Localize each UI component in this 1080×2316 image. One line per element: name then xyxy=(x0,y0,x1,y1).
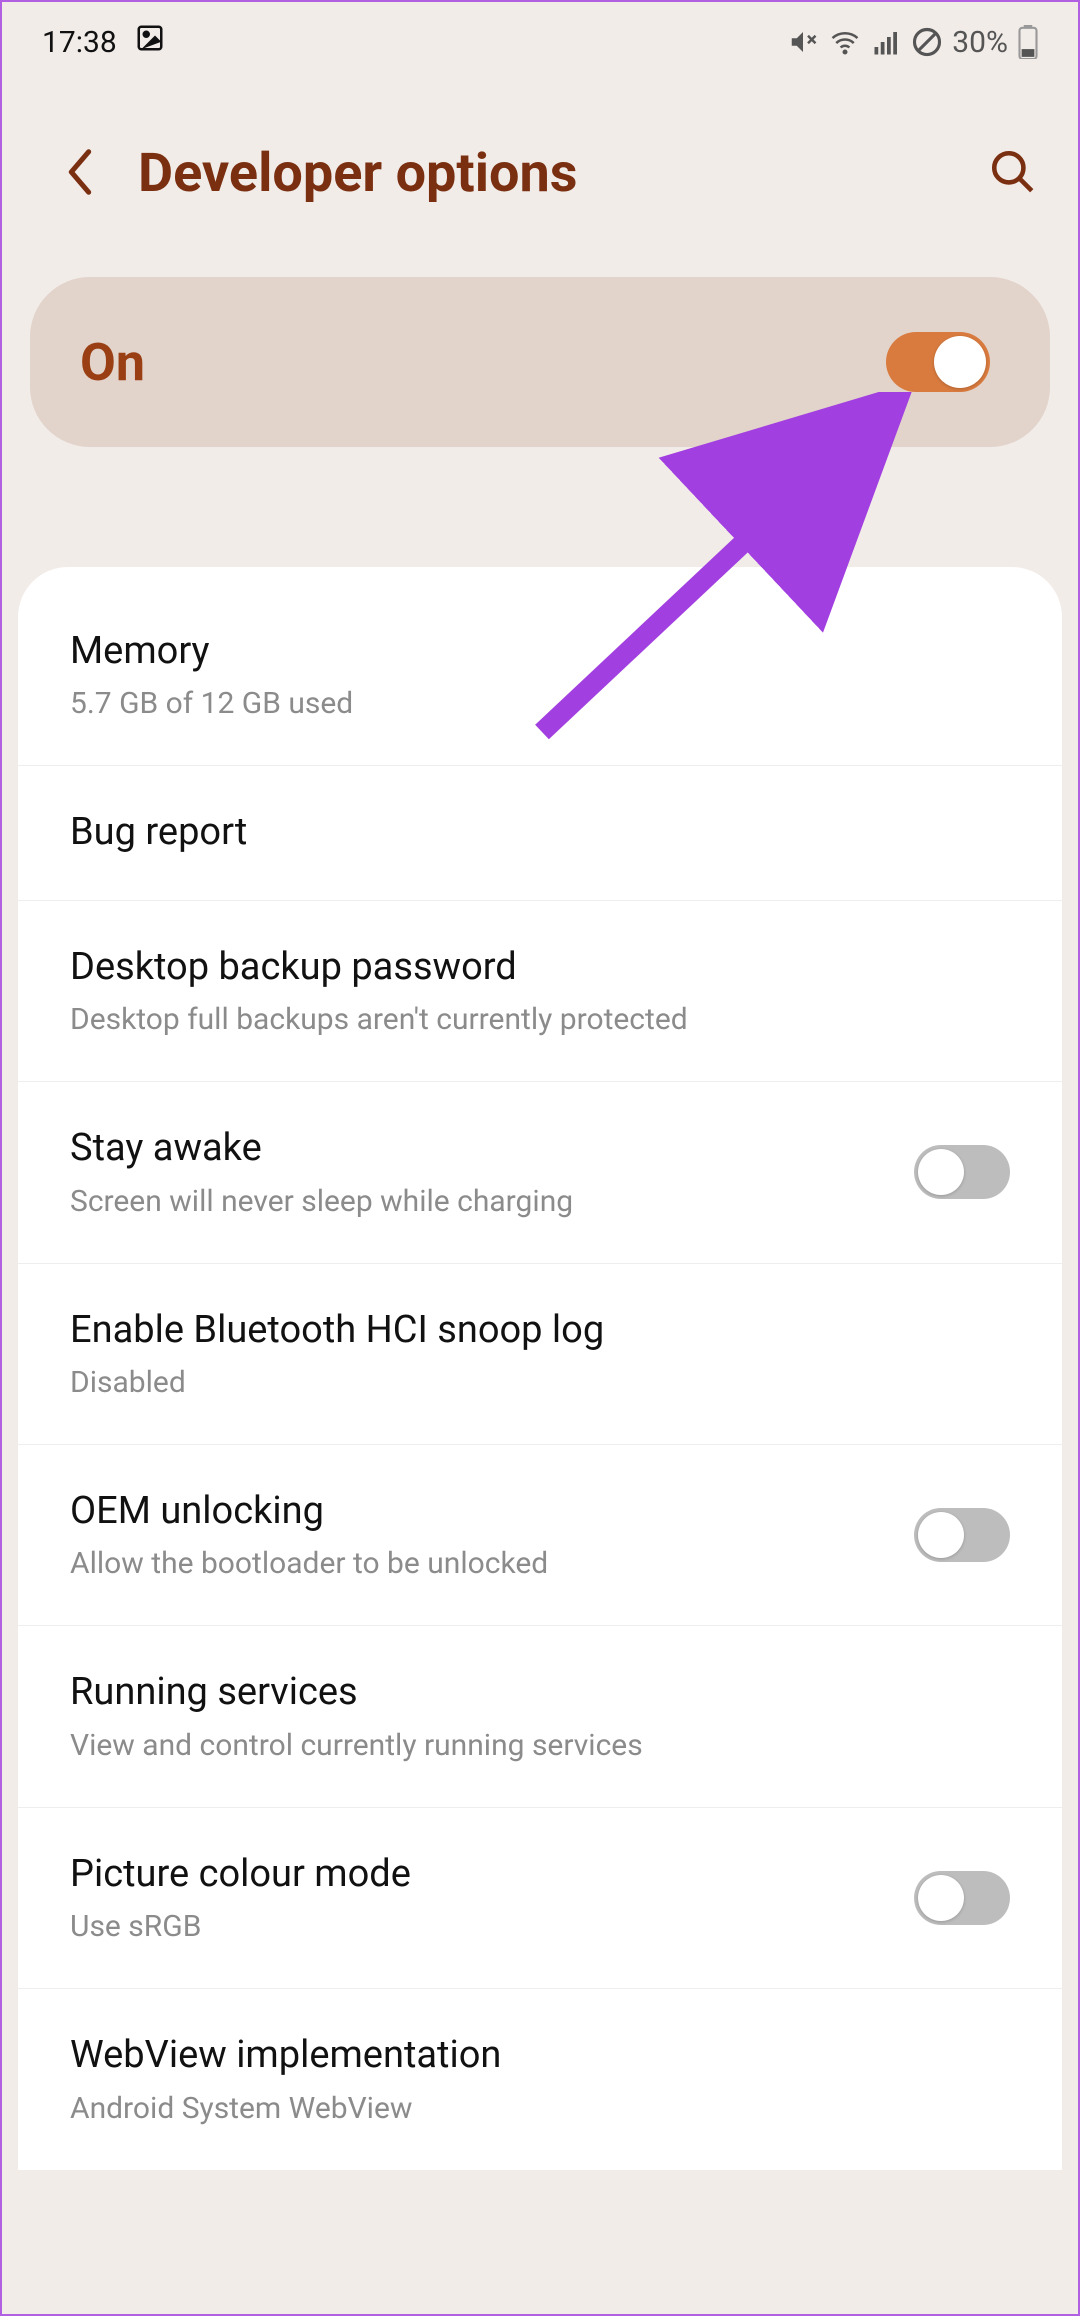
app-header: Developer options xyxy=(2,82,1078,265)
setting-bluetooth-hci[interactable]: Enable Bluetooth HCI snoop log Disabled xyxy=(18,1264,1062,1445)
setting-title: Running services xyxy=(70,1668,986,1717)
setting-sub: Screen will never sleep while charging xyxy=(70,1182,890,1221)
page-title: Developer options xyxy=(138,142,988,205)
toggle-picture-colour-mode[interactable] xyxy=(914,1871,1010,1925)
status-bar: 17:38 30% xyxy=(2,2,1078,82)
signal-icon xyxy=(872,27,902,57)
gallery-icon xyxy=(135,23,165,61)
settings-list: Memory 5.7 GB of 12 GB used Bug report D… xyxy=(18,567,1062,2170)
setting-sub: 5.7 GB of 12 GB used xyxy=(70,684,986,723)
setting-sub: View and control currently running servi… xyxy=(70,1726,986,1765)
setting-sub: Disabled xyxy=(70,1363,986,1402)
wifi-icon xyxy=(828,27,862,57)
setting-title: WebView implementation xyxy=(70,2031,986,2080)
setting-sub: Android System WebView xyxy=(70,2089,986,2128)
master-toggle-label: On xyxy=(80,332,145,393)
setting-sub: Allow the bootloader to be unlocked xyxy=(70,1544,890,1583)
setting-sub: Use sRGB xyxy=(70,1907,890,1946)
setting-title: Picture colour mode xyxy=(70,1850,890,1899)
setting-title: OEM unlocking xyxy=(70,1487,890,1536)
status-left: 17:38 xyxy=(42,23,165,61)
setting-picture-colour-mode[interactable]: Picture colour mode Use sRGB xyxy=(18,1808,1062,1989)
setting-bug-report[interactable]: Bug report xyxy=(18,766,1062,900)
search-button[interactable] xyxy=(988,147,1038,201)
setting-sub: Desktop full backups aren't currently pr… xyxy=(70,1000,986,1039)
status-time: 17:38 xyxy=(42,25,117,60)
master-toggle-panel[interactable]: On xyxy=(30,277,1050,447)
setting-oem-unlocking[interactable]: OEM unlocking Allow the bootloader to be… xyxy=(18,1445,1062,1626)
setting-title: Stay awake xyxy=(70,1124,890,1173)
setting-webview-implementation[interactable]: WebView implementation Android System We… xyxy=(18,1989,1062,2169)
battery-percent: 30% xyxy=(952,25,1008,60)
back-button[interactable] xyxy=(62,146,98,202)
setting-memory[interactable]: Memory 5.7 GB of 12 GB used xyxy=(18,567,1062,766)
toggle-oem-unlocking[interactable] xyxy=(914,1508,1010,1562)
setting-running-services[interactable]: Running services View and control curren… xyxy=(18,1626,1062,1807)
setting-title: Bug report xyxy=(70,808,986,857)
setting-desktop-backup-password[interactable]: Desktop backup password Desktop full bac… xyxy=(18,901,1062,1082)
master-toggle-switch[interactable] xyxy=(886,332,990,392)
setting-title: Desktop backup password xyxy=(70,943,986,992)
setting-stay-awake[interactable]: Stay awake Screen will never sleep while… xyxy=(18,1082,1062,1263)
battery-icon xyxy=(1018,25,1038,59)
setting-title: Memory xyxy=(70,627,986,676)
status-right: 30% xyxy=(788,25,1038,60)
setting-title: Enable Bluetooth HCI snoop log xyxy=(70,1306,986,1355)
mute-vibrate-icon xyxy=(788,27,818,57)
no-data-icon xyxy=(912,27,942,57)
toggle-stay-awake[interactable] xyxy=(914,1145,1010,1199)
